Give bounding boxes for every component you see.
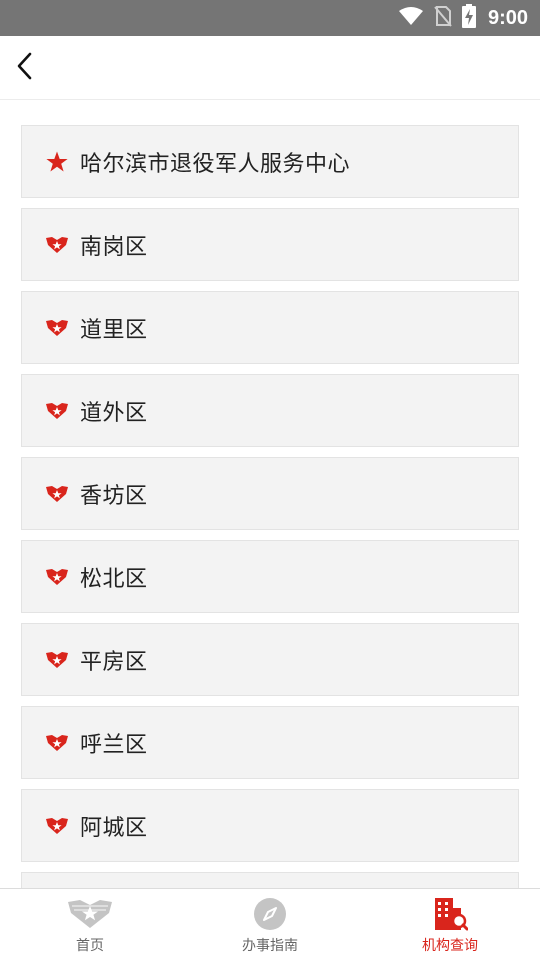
status-icons: 9:00 (398, 0, 528, 36)
list-item-daoli[interactable]: 道里区 (21, 291, 519, 364)
list-item-label: 道外区 (80, 400, 148, 426)
list-item-label: 松北区 (80, 566, 148, 592)
list-item-label: 哈尔滨市退役军人服务中心 (80, 151, 351, 177)
nav-tab-guide[interactable]: 办事指南 (180, 889, 360, 961)
status-time: 9:00 (487, 6, 528, 29)
list-item-label: 阿城区 (80, 815, 148, 841)
list-item-nangang[interactable]: 南岗区 (21, 208, 519, 281)
list-item-city-center[interactable]: 哈尔滨市退役军人服务中心 (21, 125, 519, 198)
wifi-icon (398, 6, 424, 30)
veteran-emblem-icon (44, 649, 70, 671)
list-item-label: 道里区 (80, 317, 148, 343)
back-button[interactable] (8, 50, 40, 86)
compass-icon (253, 896, 287, 932)
battery-charging-icon (461, 4, 476, 32)
nav-label-home: 首页 (76, 938, 104, 954)
list-item-acheng[interactable]: 阿城区 (21, 789, 519, 862)
list-item-label: 平房区 (80, 649, 148, 675)
no-sim-icon (434, 5, 452, 31)
veteran-emblem-icon (44, 234, 70, 256)
status-bar: 9:00 (0, 0, 540, 36)
list-item-pingfang[interactable]: 平房区 (21, 623, 519, 696)
veteran-emblem-icon (44, 400, 70, 422)
list-item-label: 香坊区 (80, 483, 148, 509)
nav-tab-org-search[interactable]: 机构查询 (360, 889, 540, 961)
list-item-hulan[interactable]: 呼兰区 (21, 706, 519, 779)
building-search-icon (432, 896, 468, 932)
nav-label-org-search: 机构查询 (422, 938, 478, 954)
bottom-navigation: 首页 办事指南 机构查询 (0, 888, 540, 961)
nav-label-guide: 办事指南 (242, 938, 298, 954)
veteran-emblem-icon (44, 732, 70, 754)
chevron-left-icon (14, 51, 34, 85)
list-item-xiangfang[interactable]: 香坊区 (21, 457, 519, 530)
list-item-label: 呼兰区 (80, 732, 148, 758)
list-item-daowai[interactable]: 道外区 (21, 374, 519, 447)
list-item-songbei[interactable]: 松北区 (21, 540, 519, 613)
list-item-label: 南岗区 (80, 234, 148, 260)
veteran-emblem-icon (44, 483, 70, 505)
veteran-emblem-icon (44, 566, 70, 588)
veteran-emblem-icon (44, 815, 70, 837)
veteran-emblem-icon (44, 317, 70, 339)
nav-tab-home[interactable]: 首页 (0, 889, 180, 961)
app-bar (0, 36, 540, 100)
star-icon (44, 151, 70, 173)
home-emblem-icon (66, 896, 114, 932)
